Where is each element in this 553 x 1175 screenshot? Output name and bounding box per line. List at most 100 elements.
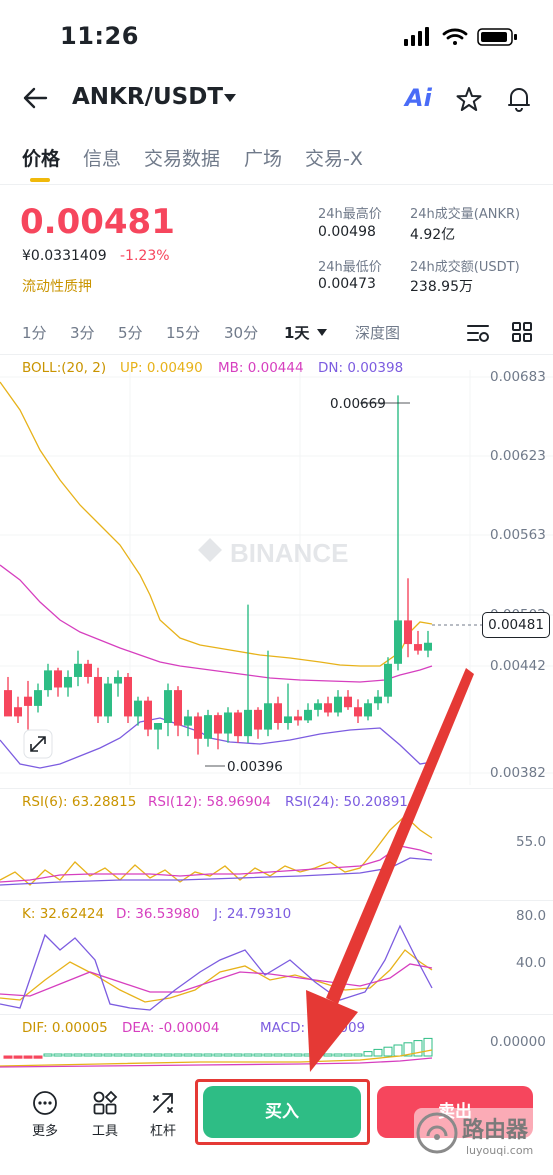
macd-bar — [93, 1053, 103, 1057]
divider — [0, 354, 553, 355]
leverage-button[interactable]: 杠杆 — [150, 1090, 176, 1139]
candle-body — [214, 715, 222, 734]
macd-bar — [123, 1053, 133, 1057]
macd-bar — [183, 1053, 193, 1057]
macd-bar — [153, 1053, 163, 1057]
macd-bar — [73, 1053, 83, 1057]
interval-1d[interactable]: 1天 — [284, 322, 309, 343]
tab-square[interactable]: 广场 — [244, 144, 282, 171]
candle-body — [114, 676, 122, 684]
candle-body — [254, 709, 262, 730]
high-label: 24h最高价 — [318, 207, 382, 222]
candle-body — [424, 642, 432, 651]
rsi-axis-label: 55.0 — [516, 834, 547, 850]
indicator-settings-icon[interactable] — [466, 322, 490, 344]
tab-price[interactable]: 价格 — [22, 144, 60, 171]
macd-bar — [43, 1053, 53, 1057]
tab-trading-data[interactable]: 交易数据 — [144, 144, 220, 171]
bell-icon[interactable] — [506, 85, 532, 113]
macd-dea-label: DEA: -0.00004 — [122, 1020, 220, 1036]
macd-bar — [253, 1053, 263, 1057]
battery-icon — [477, 28, 517, 46]
tab-trade-x[interactable]: 交易-X — [305, 144, 363, 171]
wifi-icon — [442, 28, 468, 45]
leverage-icon — [153, 1093, 173, 1113]
candle-body — [154, 723, 162, 730]
buy-highlight-box — [195, 1079, 370, 1145]
low-label: 24h最低价 — [318, 260, 382, 275]
candle-body — [204, 715, 212, 739]
candle-body — [134, 700, 142, 717]
more-dots-icon — [33, 1091, 57, 1115]
macd-bar — [3, 1055, 13, 1059]
star-icon[interactable] — [456, 86, 482, 112]
tab-info[interactable]: 信息 — [83, 144, 121, 171]
watermark-text: BINANCE — [230, 538, 348, 568]
macd-axis-label: 0.00000 — [490, 1034, 546, 1050]
candle-body — [54, 670, 62, 688]
tab-underline — [30, 178, 50, 182]
candle-body — [184, 716, 192, 726]
candle-body — [124, 676, 132, 717]
interval-15m[interactable]: 15分 — [166, 322, 200, 343]
macd-bar — [203, 1053, 213, 1057]
ai-icon[interactable]: Ai — [405, 84, 432, 112]
price-axis-label: 0.00442 — [490, 658, 546, 674]
macd-bar — [243, 1053, 253, 1057]
candle-body — [264, 703, 272, 730]
corner-watermark-url: luyouqi.com — [466, 1144, 534, 1157]
candle-body — [394, 620, 402, 664]
macd-bar — [53, 1053, 63, 1057]
tools-button[interactable]: 工具 — [92, 1090, 118, 1139]
macd-bar — [173, 1053, 183, 1057]
interval-depth[interactable]: 深度图 — [355, 322, 400, 343]
rsi12-label: RSI(12): 58.96904 — [148, 794, 271, 810]
amount-label: 24h成交额(USDT) — [410, 260, 520, 275]
candle-body — [234, 712, 242, 737]
candle-body — [104, 683, 112, 717]
interval-30m[interactable]: 30分 — [224, 322, 258, 343]
last-price: 0.00481 — [20, 202, 175, 242]
volume-value: 4.92亿 — [410, 227, 456, 243]
macd-bar — [113, 1053, 123, 1057]
price-axis-label: 0.00563 — [490, 527, 546, 543]
tools-grid-icon — [93, 1090, 118, 1115]
interval-1m[interactable]: 1分 — [22, 322, 47, 343]
macd-bar — [33, 1055, 43, 1059]
candle-body — [404, 620, 412, 645]
current-price-tag: 0.00481 — [482, 612, 550, 638]
candle-body — [4, 690, 12, 717]
interval-5m[interactable]: 5分 — [118, 322, 143, 343]
pair-title[interactable]: ANKR/USDT — [72, 84, 223, 110]
back-arrow-icon[interactable] — [22, 86, 48, 110]
macd-bar — [163, 1053, 173, 1057]
macd-bar — [133, 1053, 143, 1057]
rsi6-label: RSI(6): 63.28815 — [22, 794, 137, 810]
layout-grid-icon[interactable] — [512, 322, 532, 342]
candle-body — [84, 663, 92, 677]
kdj-axis-label: 80.0 — [516, 908, 547, 924]
candle-body — [14, 707, 22, 717]
candle-body — [94, 676, 102, 717]
macd-bar — [263, 1053, 273, 1057]
low-value: 0.00473 — [318, 276, 376, 292]
kdj-axis-label: 40.0 — [516, 955, 547, 971]
interval-3m[interactable]: 3分 — [70, 322, 95, 343]
candle-body — [224, 712, 232, 734]
macd-bar — [233, 1053, 243, 1057]
high-marker-label: 0.00669 — [330, 396, 386, 412]
main-tabs: 价格 信息 交易数据 广场 交易-X — [0, 140, 553, 184]
high-value: 0.00498 — [318, 224, 376, 240]
status-icons — [404, 27, 517, 46]
corner-watermark-text: 路由器 — [462, 1118, 529, 1143]
macd-bar — [83, 1053, 93, 1057]
candle-body — [414, 644, 422, 651]
category-tag[interactable]: 流动性质押 — [22, 276, 92, 296]
candle-body — [74, 663, 82, 677]
caret-down-icon[interactable] — [223, 93, 237, 103]
corner-watermark: 路由器 luyouqi.com — [414, 1108, 548, 1168]
price-axis-label: 0.00683 — [490, 369, 546, 385]
candle-body — [244, 709, 252, 737]
more-button[interactable]: 更多 — [32, 1090, 58, 1139]
interval-caret-icon[interactable] — [316, 328, 328, 337]
